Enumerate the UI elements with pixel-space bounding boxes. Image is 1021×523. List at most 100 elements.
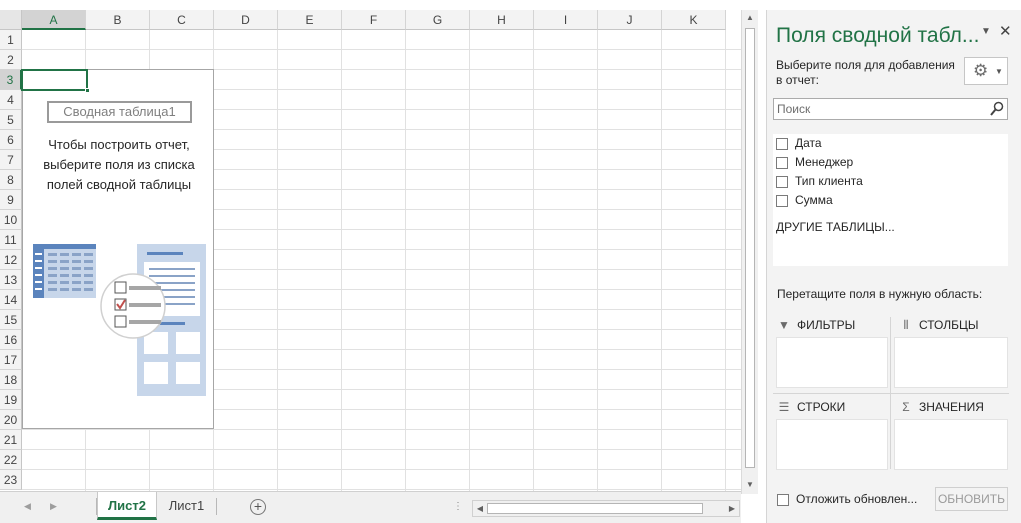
- pivot-illustration-icon: [33, 244, 206, 396]
- row-header-20[interactable]: 20: [0, 410, 22, 430]
- pivot-table-name: Сводная таблица1: [47, 101, 192, 123]
- row-header-16[interactable]: 16: [0, 330, 22, 350]
- scroll-up-icon[interactable]: ▲: [742, 10, 758, 26]
- filter-icon: ▼: [778, 318, 790, 332]
- field-item-manager[interactable]: Менеджер: [776, 154, 996, 172]
- row-header-11[interactable]: 11: [0, 230, 22, 250]
- field-item-date[interactable]: Дата: [776, 135, 996, 153]
- pane-options-chevron-icon[interactable]: ▼: [981, 26, 991, 37]
- area-columns-dropzone[interactable]: [894, 337, 1008, 388]
- column-header-e[interactable]: E: [278, 10, 342, 30]
- select-all-corner[interactable]: [0, 10, 22, 30]
- area-values-label: ЗНАЧЕНИЯ: [919, 400, 984, 414]
- field-checkbox[interactable]: [776, 176, 788, 188]
- area-rows-dropzone[interactable]: [776, 419, 888, 470]
- area-filters-dropzone[interactable]: [776, 337, 888, 388]
- field-checkbox[interactable]: [776, 157, 788, 169]
- tab-list1[interactable]: Лист1: [159, 492, 214, 520]
- row-header-13[interactable]: 13: [0, 270, 22, 290]
- column-header-k[interactable]: K: [662, 10, 726, 30]
- field-checkbox[interactable]: [776, 195, 788, 207]
- tab-list2[interactable]: Лист2: [97, 492, 157, 520]
- pivot-help-text: Чтобы построить отчет, выберите поля из …: [33, 135, 205, 195]
- pivot-help-line: выберите поля из списка: [43, 157, 195, 172]
- row-header-22[interactable]: 22: [0, 450, 22, 470]
- row-header-9[interactable]: 9: [0, 190, 22, 210]
- chevron-down-icon: ▼: [995, 67, 1003, 76]
- column-header-i[interactable]: I: [534, 10, 598, 30]
- area-rows-header: ☰ СТРОКИ: [777, 400, 846, 418]
- field-item-client-type[interactable]: Тип клиента: [776, 173, 996, 191]
- column-header-h[interactable]: H: [470, 10, 534, 30]
- row-header-14[interactable]: 14: [0, 290, 22, 310]
- row-header-6[interactable]: 6: [0, 130, 22, 150]
- row-header-10[interactable]: 10: [0, 210, 22, 230]
- column-header-g[interactable]: G: [406, 10, 470, 30]
- row-header-5[interactable]: 5: [0, 110, 22, 130]
- row-header-17[interactable]: 17: [0, 350, 22, 370]
- area-columns-label: СТОЛБЦЫ: [919, 318, 979, 332]
- field-item-sum[interactable]: Сумма: [776, 192, 996, 210]
- column-header-j[interactable]: J: [598, 10, 662, 30]
- area-filters-header: ▼ ФИЛЬТРЫ: [777, 318, 855, 336]
- search-icon[interactable]: [990, 101, 1004, 117]
- tab-prev-icon[interactable]: ◀: [24, 501, 31, 512]
- horizontal-scrollbar[interactable]: ◀ ▶: [472, 500, 740, 517]
- pivot-help-line: Чтобы построить отчет,: [48, 137, 190, 152]
- pivot-table-placeholder[interactable]: Сводная таблица1 Чтобы построить отчет, …: [22, 69, 214, 429]
- defer-update-label: Отложить обновлен...: [796, 492, 918, 506]
- search-input[interactable]: [774, 99, 984, 119]
- pane-subtitle: Выберите поля для добавления в отчет:: [776, 58, 955, 87]
- tools-button[interactable]: ⚙ ▼: [964, 57, 1008, 85]
- row-header-15[interactable]: 15: [0, 310, 22, 330]
- tab-next-icon[interactable]: ▶: [50, 501, 57, 512]
- worksheet: ABCDEFGHIJK 1 2 3 4 5 6 7 8 9 10 11 12 13 14 15 16 17 18 1…: [0, 0, 741, 491]
- horizontal-scroll-thumb[interactable]: [487, 503, 703, 514]
- more-tables-link[interactable]: ДРУГИЕ ТАБЛИЦЫ...: [776, 220, 895, 234]
- field-label: Тип клиента: [795, 174, 863, 188]
- columns-icon: ⦀: [903, 318, 909, 332]
- tab-separator: [216, 498, 217, 515]
- search-field[interactable]: [773, 98, 1008, 120]
- row-header-3[interactable]: 3: [0, 70, 22, 90]
- row-header-12[interactable]: 12: [0, 250, 22, 270]
- defer-update-checkbox[interactable]: [777, 494, 789, 506]
- row-header-19[interactable]: 19: [0, 390, 22, 410]
- vertical-scroll-thumb[interactable]: [745, 28, 755, 468]
- column-header-c[interactable]: C: [150, 10, 214, 30]
- selected-cell-a3[interactable]: [21, 69, 88, 91]
- field-label: Дата: [795, 136, 822, 150]
- drag-hint: Перетащите поля в нужную область:: [777, 287, 983, 301]
- column-header-a[interactable]: A: [22, 10, 86, 30]
- area-rows-label: СТРОКИ: [797, 400, 846, 414]
- field-checkbox[interactable]: [776, 138, 788, 150]
- sigma-icon: Σ: [902, 400, 910, 414]
- scroll-down-icon[interactable]: ▼: [742, 477, 758, 493]
- column-header-b[interactable]: B: [86, 10, 150, 30]
- splitter-handle-icon[interactable]: ⋮: [453, 501, 463, 512]
- column-header-d[interactable]: D: [214, 10, 278, 30]
- row-header-8[interactable]: 8: [0, 170, 22, 190]
- row-header-7[interactable]: 7: [0, 150, 22, 170]
- close-icon[interactable]: ✕: [999, 22, 1012, 40]
- row-header-1[interactable]: 1: [0, 30, 22, 50]
- row-header-23[interactable]: 23: [0, 470, 22, 490]
- scroll-left-icon[interactable]: ◀: [473, 501, 487, 516]
- fill-handle[interactable]: [85, 88, 90, 93]
- area-filters-label: ФИЛЬТРЫ: [797, 318, 856, 332]
- rows-icon: ☰: [778, 400, 790, 414]
- scroll-right-icon[interactable]: ▶: [725, 501, 739, 516]
- row-header-21[interactable]: 21: [0, 430, 22, 450]
- pane-title: Поля сводной табл...: [776, 24, 980, 47]
- update-button[interactable]: ОБНОВИТЬ: [935, 487, 1008, 511]
- field-list: Дата Менеджер Тип клиента Сумма ДРУГИЕ Т…: [773, 134, 1008, 266]
- field-label: Менеджер: [795, 155, 854, 169]
- row-header-4[interactable]: 4: [0, 90, 22, 110]
- column-header-f[interactable]: F: [342, 10, 406, 30]
- area-values-dropzone[interactable]: [894, 419, 1008, 470]
- area-columns-header: ⦀ СТОЛБЦЫ: [899, 318, 979, 336]
- vertical-scrollbar[interactable]: ▲ ▼: [741, 10, 758, 494]
- row-header-2[interactable]: 2: [0, 50, 22, 70]
- plus-circle-icon[interactable]: +: [250, 499, 266, 515]
- row-header-18[interactable]: 18: [0, 370, 22, 390]
